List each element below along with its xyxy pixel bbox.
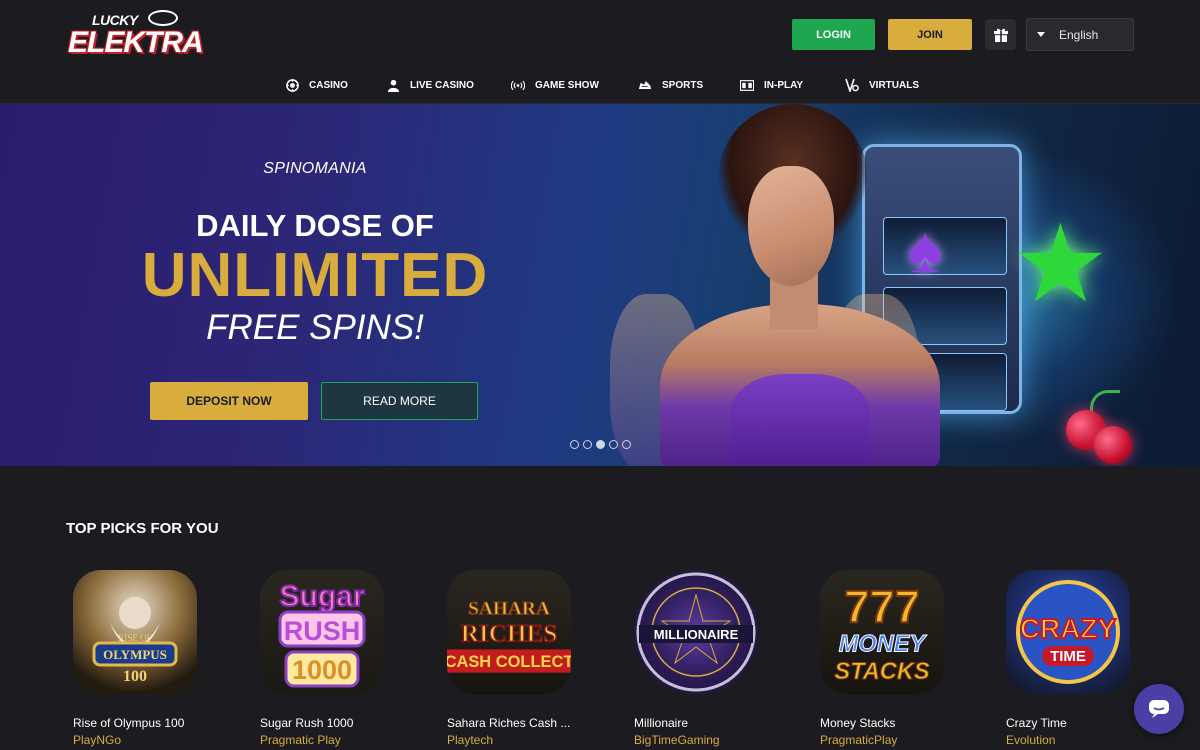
nav-item-game-show[interactable]: GAME SHOW: [511, 78, 599, 92]
gift-icon: [993, 28, 1008, 42]
game-provider: BigTimeGaming: [634, 733, 720, 747]
nav-item-virtuals[interactable]: VIRTUALS: [845, 78, 919, 92]
deposit-now-button[interactable]: DEPOSIT NOW: [150, 382, 308, 420]
svg-text:MONEY: MONEY: [839, 632, 928, 658]
svg-text:777: 777: [844, 581, 920, 632]
game-thumbnail[interactable]: CRAZY TIME: [1006, 570, 1130, 694]
virtuals-icon: [845, 78, 859, 92]
sahara-riches-art: SAHARA RICHES CASH COLLECT: [447, 598, 571, 673]
sugar-rush-art: Sugar RUSH 1000: [278, 579, 366, 688]
section-title: TOP PICKS FOR YOU: [66, 520, 219, 537]
nav-label: GAME SHOW: [535, 79, 599, 91]
svg-text:OLYMPUS: OLYMPUS: [103, 647, 167, 662]
chat-button[interactable]: [1134, 684, 1184, 734]
carousel-dots: [570, 440, 631, 449]
game-card[interactable]: SAHARA RICHES CASH COLLECT Sahara Riches…: [447, 570, 577, 747]
svg-text:RICHES: RICHES: [461, 621, 558, 648]
olympus-art: OLYMPUS 100 RISE OF: [92, 597, 178, 685]
svg-text:RISE OF: RISE OF: [118, 633, 151, 643]
woman-face: [748, 166, 834, 286]
svg-text:CASH COLLECT: CASH COLLECT: [447, 653, 571, 671]
game-name[interactable]: Crazy Time: [1006, 716, 1146, 730]
caret-down-icon: [1037, 32, 1045, 37]
game-thumbnail[interactable]: OLYMPUS 100 RISE OF: [73, 570, 197, 694]
gift-button[interactable]: [985, 19, 1016, 50]
game-name[interactable]: Rise of Olympus 100: [73, 716, 213, 730]
language-label: English: [1059, 27, 1099, 42]
game-provider: Evolution: [1006, 733, 1056, 747]
nav-item-casino[interactable]: CASINO: [285, 78, 348, 92]
nav-label: IN-PLAY: [764, 79, 804, 91]
game-provider: Pragmatic Play: [260, 733, 341, 747]
carousel-dot[interactable]: [583, 440, 592, 449]
millionaire-art: MILLIONAIRE: [636, 572, 756, 692]
cherry-icon: [1094, 426, 1132, 464]
hero-headline-line3: FREE SPINS!: [206, 308, 424, 347]
scoreboard-icon: [740, 78, 754, 92]
game-thumbnail[interactable]: MILLIONAIRE: [634, 570, 758, 694]
dealer-icon: [386, 78, 400, 92]
game-thumbnail[interactable]: SAHARA RICHES CASH COLLECT: [447, 570, 571, 694]
star-icon: ★: [1012, 203, 1109, 324]
game-card[interactable]: MILLIONAIRE Millionaire BigTimeGaming: [634, 570, 764, 747]
svg-text:TIME: TIME: [1050, 648, 1086, 665]
svg-text:RUSH: RUSH: [284, 616, 361, 646]
carousel-dot-active[interactable]: [596, 440, 605, 449]
nav-label: VIRTUALS: [869, 79, 919, 91]
game-name[interactable]: Money Stacks: [820, 716, 960, 730]
site-logo[interactable]: LUCKY ELEKTRA: [66, 10, 204, 62]
hero-headline-line1: DAILY DOSE OF: [196, 208, 434, 243]
game-provider: Playtech: [447, 733, 494, 747]
nav-item-live-casino[interactable]: LIVE CASINO: [386, 78, 474, 92]
site-header: LUCKY ELEKTRA LOGIN JOIN English CASINO: [0, 0, 1200, 104]
nav-item-sports[interactable]: SPORTS: [638, 78, 703, 92]
login-button[interactable]: LOGIN: [792, 19, 875, 50]
svg-text:CRAZY: CRAZY: [1020, 613, 1117, 644]
game-card[interactable]: 777 MONEY STACKS Money Stacks PragmaticP…: [820, 570, 950, 747]
join-button[interactable]: JOIN: [888, 19, 972, 50]
spade-icon: ♠: [907, 212, 943, 286]
game-name[interactable]: Sugar Rush 1000: [260, 716, 400, 730]
nav-label: LIVE CASINO: [410, 79, 474, 91]
language-select[interactable]: English: [1026, 18, 1134, 51]
broadcast-icon: [511, 78, 525, 92]
hero-subtitle: SPINOMANIA: [263, 160, 367, 177]
logo-main-text: ELEKTRA: [68, 26, 204, 59]
hero-banner[interactable]: ♠ ★ SPINOMANIA DAILY DOSE OF UNLIMITED F…: [0, 104, 1200, 466]
game-card[interactable]: Sugar RUSH 1000 Sugar Rush 1000 Pragmati…: [260, 570, 390, 747]
svg-text:MILLIONAIRE: MILLIONAIRE: [654, 627, 739, 642]
svg-text:Sugar: Sugar: [279, 580, 364, 613]
game-name[interactable]: Sahara Riches Cash ...: [447, 716, 587, 730]
read-more-button[interactable]: READ MORE: [321, 382, 478, 420]
nav-item-in-play[interactable]: IN-PLAY: [740, 78, 803, 92]
carousel-dot[interactable]: [609, 440, 618, 449]
woman-dress: [730, 374, 870, 466]
nav-label: SPORTS: [662, 79, 704, 91]
game-thumbnail[interactable]: 777 MONEY STACKS: [820, 570, 944, 694]
carousel-dot[interactable]: [570, 440, 579, 449]
game-provider: PragmaticPlay: [820, 733, 898, 747]
carousel-dot[interactable]: [622, 440, 631, 449]
game-card[interactable]: OLYMPUS 100 RISE OF Rise of Olympus 100 …: [73, 570, 203, 747]
logo-swirl-icon: [148, 10, 178, 26]
svg-text:SAHARA: SAHARA: [468, 599, 550, 620]
game-provider: PlayNGo: [73, 733, 122, 747]
game-name[interactable]: Millionaire: [634, 716, 774, 730]
chat-bubble-icon: [1149, 700, 1169, 718]
game-thumbnail[interactable]: Sugar RUSH 1000: [260, 570, 384, 694]
main-nav: CASINO LIVE CASINO GAME SHOW SPORTS IN-P…: [0, 72, 1200, 102]
svg-text:100: 100: [123, 668, 147, 685]
hero-headline-line2: UNLIMITED: [141, 241, 489, 310]
crazy-time-art: CRAZY TIME: [1016, 580, 1120, 684]
nav-label: CASINO: [309, 79, 348, 91]
svg-text:STACKS: STACKS: [834, 659, 930, 685]
svg-text:1000: 1000: [292, 655, 352, 685]
sports-shoe-icon: [638, 78, 652, 92]
game-card[interactable]: CRAZY TIME Crazy Time Evolution: [1006, 570, 1136, 747]
money-stacks-art: 777 MONEY STACKS: [834, 580, 931, 686]
poker-chip-icon: [285, 78, 299, 92]
